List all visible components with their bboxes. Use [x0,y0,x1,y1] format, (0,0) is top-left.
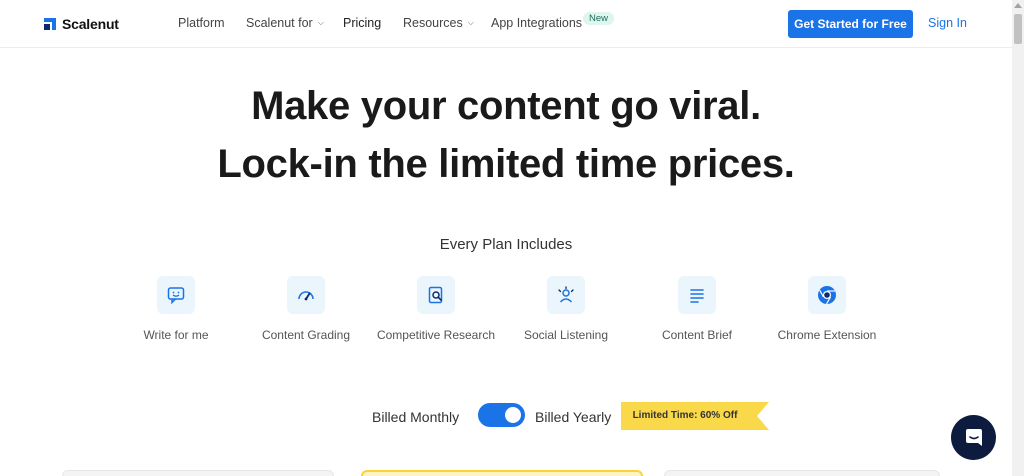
pricing-card [664,470,940,476]
billed-monthly-label[interactable]: Billed Monthly [372,409,459,425]
chrome-icon [808,276,846,314]
feature-label: Content Grading [261,328,351,342]
hero-title-line-1: Make your content go viral. [251,84,761,128]
toggle-knob [505,407,521,423]
pricing-card-featured [361,470,643,476]
people-icon [547,276,585,314]
chevron-down-icon: ⌵ [317,18,324,27]
feature-label: Write for me [143,328,209,342]
logo[interactable]: Scalenut [44,16,119,32]
nav-app-integrations[interactable]: App Integrations [491,16,582,30]
nav-label: App Integrations [491,16,583,30]
scroll-up-arrow-icon[interactable] [1014,3,1022,8]
billed-yearly-label[interactable]: Billed Yearly [535,409,611,425]
feature-label: Social Listening [523,328,609,342]
hero-title-line-2: Lock-in the limited time prices. [0,142,1012,187]
promo-text: Limited Time: 60% Off [632,410,738,421]
page-scrollbar[interactable] [1012,0,1024,476]
lines-icon [678,276,716,314]
chat-launcher-button[interactable] [951,415,996,460]
plan-includes-heading: Every Plan Includes [439,236,573,253]
get-started-button[interactable]: Get Started for Free [788,10,913,38]
logo-text: Scalenut [62,16,119,32]
nav-label: Pricing [343,16,382,30]
feature-competitive-research: Competitive Research [371,276,501,342]
logo-mark-icon [44,18,56,30]
feature-label: Chrome Extension [777,328,877,342]
nav-label: Scalenut for [246,16,313,30]
hero-highlight: limited time prices. [436,142,797,186]
feature-content-grading: Content Grading [241,276,371,342]
feature-label: Competitive Research [376,328,496,342]
feature-social-listening: Social Listening [501,276,631,342]
new-badge: New [583,12,615,25]
nav-label: Resources [403,16,463,30]
nav-resources[interactable]: Resources ⌵ [403,16,474,30]
scroll-thumb[interactable] [1014,14,1022,44]
nav-platform[interactable]: Platform [178,16,225,30]
feature-label: Content Brief [661,328,733,342]
nav-pricing[interactable]: Pricing [343,16,381,30]
hero-line-2-prefix: Lock-in the [217,142,439,186]
billing-toggle[interactable] [478,403,525,427]
chevron-down-icon: ⌵ [467,18,474,27]
feature-content-brief: Content Brief [632,276,762,342]
nav-label: Platform [178,16,225,30]
chat-bubble-icon [965,428,982,446]
sign-in-link[interactable]: Sign In [928,16,967,30]
pricing-card [62,470,334,476]
document-search-icon [417,276,455,314]
site-header: Scalenut Platform Scalenut for ⌵ Pricing… [0,0,1012,48]
chat-smile-icon [157,276,195,314]
nav-scalenut-for[interactable]: Scalenut for ⌵ [246,16,324,30]
gauge-icon [287,276,325,314]
feature-write-for-me: Write for me [111,276,241,342]
feature-chrome-extension: Chrome Extension [762,276,892,342]
